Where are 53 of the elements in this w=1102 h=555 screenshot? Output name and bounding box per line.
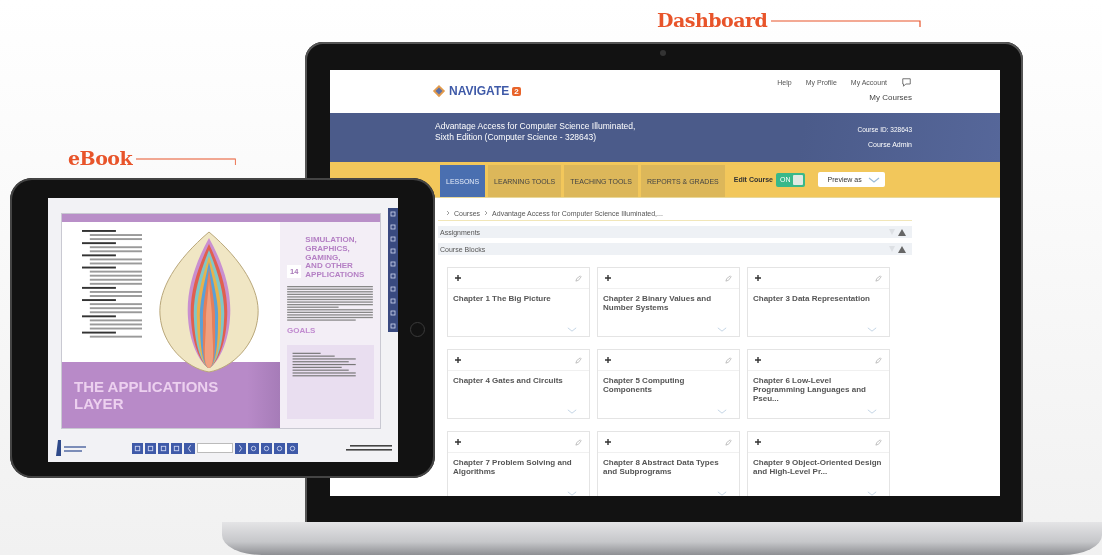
plus-icon[interactable]	[755, 357, 761, 363]
toolbar-button[interactable]	[158, 442, 169, 454]
toolbar-button[interactable]	[145, 442, 156, 454]
course-block-card[interactable]: Chapter 9 Object-Oriented Design and High-Level Pr...	[747, 431, 890, 496]
card-title: Chapter 7 Problem Solving and Algorithms	[452, 457, 573, 476]
navigate-logo: NAVIGATE 2	[432, 84, 521, 98]
page-field[interactable]	[197, 443, 233, 453]
camera-icon	[660, 50, 666, 56]
toolbar-button[interactable]	[261, 442, 272, 454]
card-title: Chapter 4 Gates and Circuits	[452, 375, 564, 385]
course-block-card[interactable]: Chapter 6 Low-Level Programming Languages and Pseu...	[747, 349, 890, 419]
toolbar-button[interactable]	[171, 442, 182, 454]
toolbar-button[interactable]	[132, 442, 143, 454]
plus-icon[interactable]	[755, 275, 761, 281]
collapse-icon[interactable]	[888, 245, 908, 253]
plus-icon[interactable]	[605, 357, 611, 363]
callout-label: Dashboard	[657, 9, 768, 31]
goals-heading: GOALS	[287, 326, 317, 335]
plus-icon[interactable]	[455, 275, 461, 281]
course-title: Advantage Access for Computer Science Illuminated, Sixth Edition (Computer Science - 328643)	[435, 121, 636, 143]
course-block-card[interactable]: Chapter 1 The Big Picture	[447, 267, 590, 337]
card-title: Chapter 3 Data Representation	[752, 293, 871, 303]
course-block-card[interactable]: Chapter 8 Abstract Data Types and Subprograms	[597, 431, 740, 496]
course-block-card[interactable]: Chapter 2 Binary Values and Number Systems	[597, 267, 740, 337]
card-title: Chapter 9 Object-Oriented Design and High-Level Pr...	[752, 457, 883, 476]
course-block-card[interactable]: Chapter 4 Gates and Circuits	[447, 349, 590, 419]
plus-icon[interactable]	[605, 439, 611, 445]
chapter-title: SIMULATION, GRAPHICS, GAMING, AND OTHER APPLICATIONS	[305, 236, 365, 280]
toolbar-button[interactable]	[274, 442, 285, 454]
chevron-icon	[446, 210, 450, 216]
course-block-card[interactable]: Chapter 3 Data Representation	[747, 267, 890, 337]
plus-icon[interactable]	[605, 275, 611, 281]
my-courses-link[interactable]: My Courses	[869, 93, 912, 102]
callout-label: eBook	[68, 147, 133, 169]
card-title: Chapter 1 The Big Picture	[452, 293, 552, 303]
part-title: THE APPLICATIONS LAYER	[74, 378, 219, 412]
course-block-card[interactable]: Chapter 5 Computing Components	[597, 349, 740, 419]
toolbar-button[interactable]	[248, 442, 259, 454]
card-title: Chapter 2 Binary Values and Number Systems	[602, 293, 713, 312]
card-title: Chapter 5 Computing Components	[602, 375, 686, 394]
course-block-card[interactable]: Chapter 7 Problem Solving and Algorithms	[447, 431, 590, 496]
caret-icon[interactable]	[867, 176, 880, 183]
collapse-icon[interactable]	[888, 228, 908, 236]
plus-icon[interactable]	[755, 439, 761, 445]
toolbar-button[interactable]	[287, 442, 298, 454]
next-page-button[interactable]	[235, 442, 246, 454]
chevron-icon	[484, 210, 489, 216]
card-title: Chapter 8 Abstract Data Types and Subprograms	[602, 457, 720, 476]
chat-icon[interactable]	[901, 78, 912, 87]
plus-icon[interactable]	[455, 439, 461, 445]
card-title: Chapter 6 Low-Level Programming Languages and Pseu...	[752, 375, 867, 403]
plus-icon[interactable]	[455, 357, 461, 363]
previous-page-button[interactable]	[184, 442, 195, 454]
